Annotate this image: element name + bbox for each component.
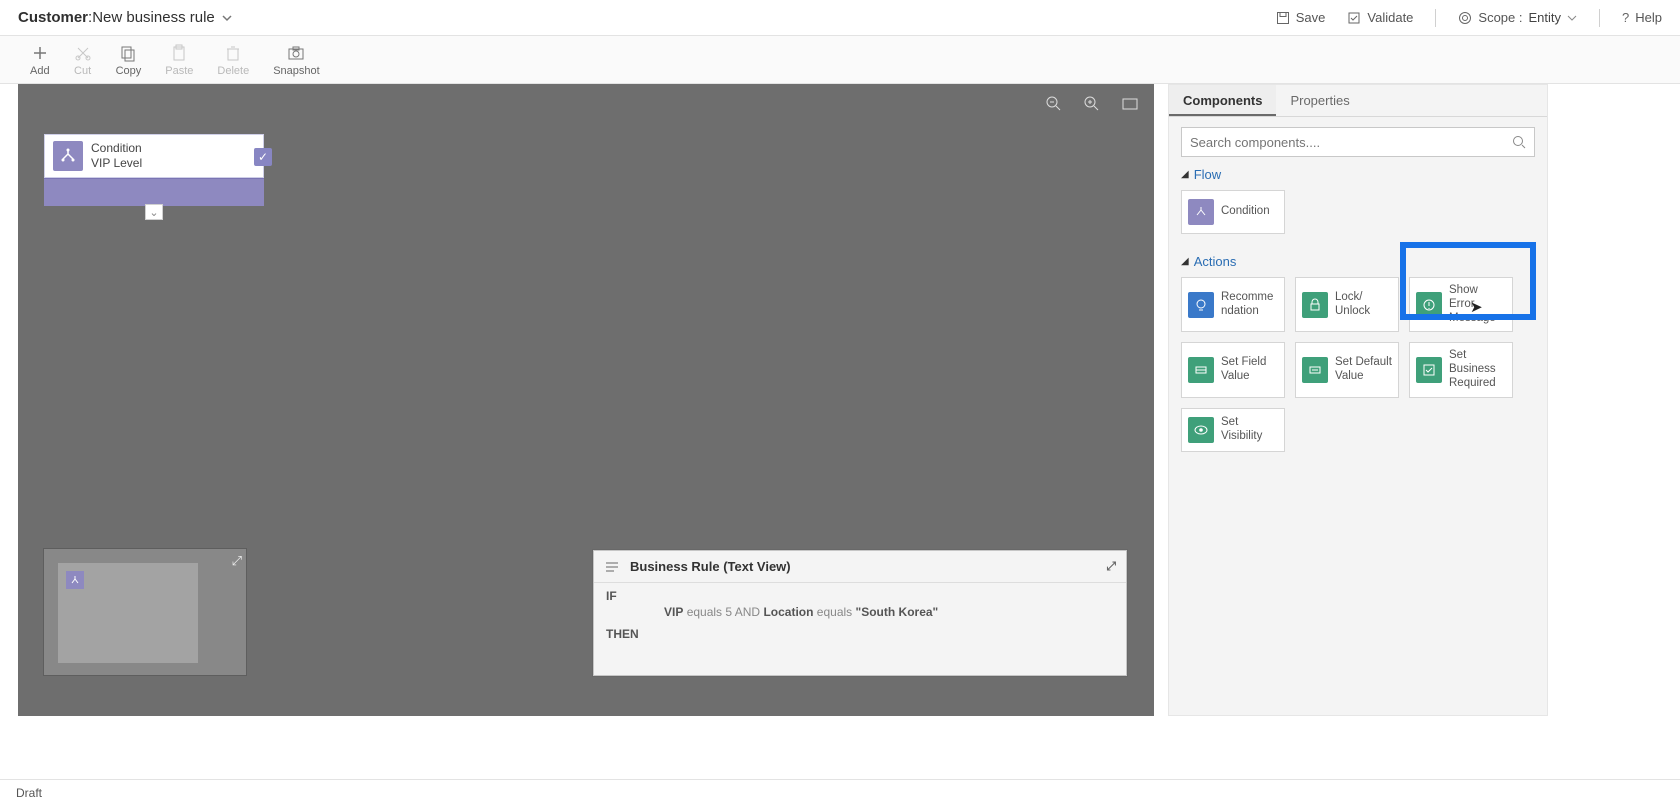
copy-label: Copy	[116, 65, 142, 77]
delete-button[interactable]: Delete	[217, 44, 249, 77]
condition-drop-area[interactable]	[44, 178, 264, 206]
field-icon	[1188, 357, 1214, 383]
minimap-expand-icon[interactable]: ⤢	[232, 553, 242, 569]
search-input[interactable]	[1190, 135, 1512, 150]
entity-name: Customer	[18, 9, 88, 26]
help-button[interactable]: ? Help	[1622, 10, 1662, 25]
add-button[interactable]: Add	[30, 44, 50, 77]
tab-components[interactable]: Components	[1169, 85, 1276, 116]
scope-icon	[1458, 11, 1472, 25]
chevron-down-icon	[1567, 13, 1577, 23]
text-view-title: Business Rule (Text View)	[630, 559, 791, 574]
page-title[interactable]: Customer:New business rule	[18, 9, 233, 26]
canvas[interactable]: Condition VIP Level ✓ ⌄ ⤢ Business Rule …	[18, 84, 1154, 716]
add-label: Add	[30, 65, 50, 77]
save-icon	[1276, 11, 1290, 25]
text-view-icon	[604, 559, 620, 575]
tile-error-label: Show Error Message	[1449, 284, 1506, 325]
condition-icon	[1188, 199, 1214, 225]
group-actions[interactable]: Actions	[1181, 254, 1535, 269]
tile-set-visibility[interactable]: Set Visibility	[1181, 408, 1285, 452]
rule-expression: VIP equals 5 AND Location equals "South …	[664, 605, 1114, 619]
cut-icon	[74, 44, 92, 62]
help-label: Help	[1635, 10, 1662, 25]
tile-condition[interactable]: Condition	[1181, 190, 1285, 234]
condition-node[interactable]: Condition VIP Level ✓ ⌄	[44, 134, 264, 206]
paste-button[interactable]: Paste	[165, 44, 193, 77]
group-flow[interactable]: Flow	[1181, 167, 1535, 182]
expand-icon[interactable]: ⤢	[1106, 559, 1116, 574]
tile-lock-unlock[interactable]: Lock/ Unlock	[1295, 277, 1399, 332]
condition-icon	[53, 141, 83, 171]
if-keyword: IF	[606, 589, 1114, 603]
separator	[1599, 9, 1600, 27]
delete-label: Delete	[217, 65, 249, 77]
cut-label: Cut	[74, 65, 91, 77]
copy-icon	[119, 44, 137, 62]
tile-set-business-required[interactable]: Set Business Required	[1409, 342, 1513, 397]
scope-value: Entity	[1529, 10, 1562, 25]
components-panel: Components Properties Flow Condition Act…	[1168, 84, 1548, 716]
default-icon	[1302, 357, 1328, 383]
bulb-icon	[1188, 292, 1214, 318]
minimap[interactable]: ⤢	[43, 548, 247, 676]
lock-icon	[1302, 292, 1328, 318]
save-label: Save	[1296, 10, 1326, 25]
validate-label: Validate	[1367, 10, 1413, 25]
text-view-panel: Business Rule (Text View) ⤢ IF VIP equal…	[593, 550, 1127, 676]
rule-name: New business rule	[92, 9, 215, 26]
check-icon: ✓	[254, 148, 272, 166]
tile-recommendation[interactable]: Recomme ndation	[1181, 277, 1285, 332]
zoom-in-button[interactable]	[1082, 94, 1102, 114]
condition-name-label: VIP Level	[91, 156, 142, 171]
scope-label: Scope :	[1478, 10, 1522, 25]
zoom-out-button[interactable]	[1044, 94, 1064, 114]
paste-icon	[170, 44, 188, 62]
required-icon	[1416, 357, 1442, 383]
fit-button[interactable]	[1120, 94, 1140, 114]
header-bar: Customer:New business rule Save Validate…	[0, 0, 1680, 36]
save-button[interactable]: Save	[1276, 10, 1326, 25]
snapshot-button[interactable]: Snapshot	[273, 44, 319, 77]
tile-setfield-label: Set Field Value	[1221, 356, 1266, 384]
copy-button[interactable]: Copy	[116, 44, 142, 77]
delete-icon	[224, 44, 242, 62]
tile-condition-label: Condition	[1221, 205, 1270, 219]
tile-recommendation-label: Recomme ndation	[1221, 291, 1273, 319]
paste-label: Paste	[165, 65, 193, 77]
help-icon: ?	[1622, 10, 1629, 25]
camera-icon	[287, 44, 305, 62]
search-box[interactable]	[1181, 127, 1535, 157]
search-icon[interactable]	[1512, 135, 1526, 149]
chevron-down-icon[interactable]	[221, 12, 233, 24]
tile-lock-label: Lock/ Unlock	[1335, 291, 1370, 319]
status-bar: Draft	[0, 779, 1680, 805]
validate-button[interactable]: Validate	[1347, 10, 1413, 25]
scope-selector[interactable]: Scope : Entity	[1458, 10, 1577, 25]
tile-set-field-value[interactable]: Set Field Value	[1181, 342, 1285, 397]
plus-icon	[31, 44, 49, 62]
separator	[1435, 9, 1436, 27]
cut-button[interactable]: Cut	[74, 44, 92, 77]
minimap-condition-icon	[66, 571, 84, 589]
tile-visibility-label: Set Visibility	[1221, 416, 1262, 444]
tile-show-error[interactable]: Show Error Message	[1409, 277, 1513, 332]
error-icon	[1416, 292, 1442, 318]
snapshot-label: Snapshot	[273, 65, 319, 77]
validate-icon	[1347, 11, 1361, 25]
tile-set-default-value[interactable]: Set Default Value	[1295, 342, 1399, 397]
toolbar: Add Cut Copy Paste Delete Snapshot	[0, 36, 1680, 84]
expand-chevron-icon[interactable]: ⌄	[145, 204, 163, 220]
condition-type-label: Condition	[91, 141, 142, 156]
tile-bizreq-label: Set Business Required	[1449, 349, 1496, 390]
status-text: Draft	[16, 786, 42, 800]
then-keyword: THEN	[606, 627, 1114, 641]
tab-properties[interactable]: Properties	[1276, 85, 1363, 116]
tile-setdefault-label: Set Default Value	[1335, 356, 1392, 384]
visibility-icon	[1188, 417, 1214, 443]
